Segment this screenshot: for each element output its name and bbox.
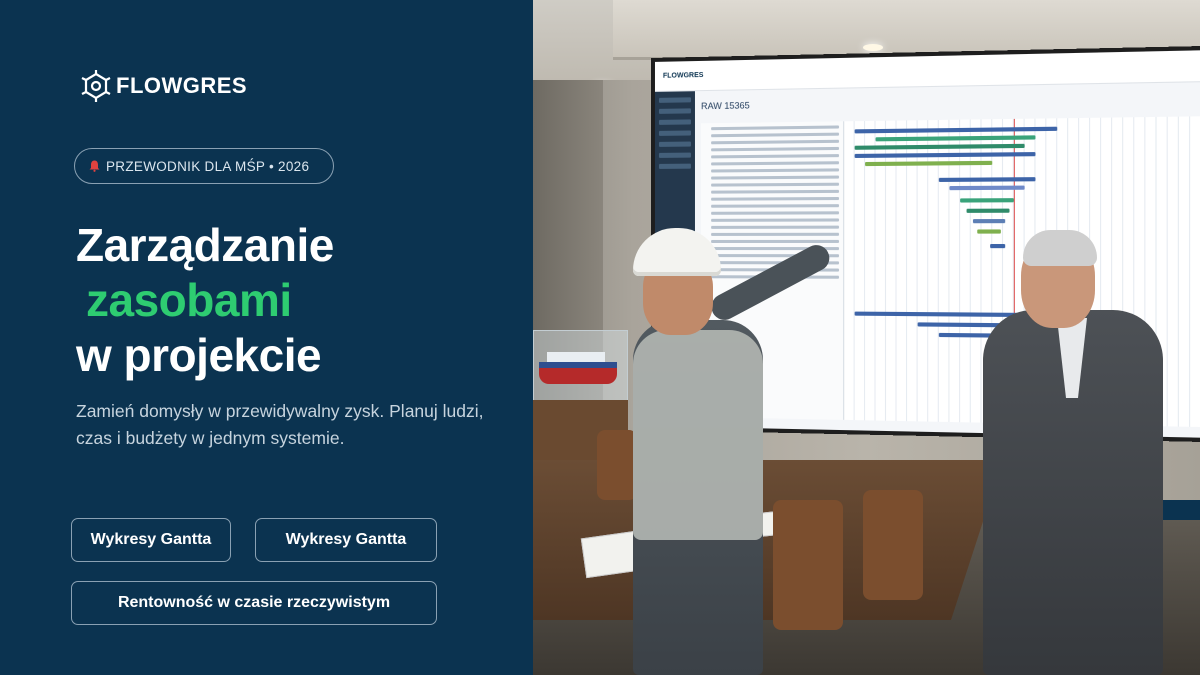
brand-name: FLOWGRES	[116, 73, 248, 98]
headline-line-2: zasobami	[86, 274, 292, 326]
guide-badge: PRZEWODNIK DLA MŚP • 2026	[74, 148, 334, 184]
ceiling-light	[863, 44, 883, 51]
app-logo: FLOWGRES	[662, 71, 704, 80]
flowgres-logo-icon	[81, 70, 111, 102]
gantt-button-1[interactable]: Wykresy Gantta	[71, 518, 231, 562]
badge-text: PRZEWODNIK DLA MŚP • 2026	[106, 158, 310, 174]
gantt-bar	[854, 143, 1025, 150]
gantt-button-2[interactable]: Wykresy Gantta	[255, 518, 437, 562]
engineer-safety-vest	[633, 330, 763, 540]
headline-line-3: w projekcie	[76, 329, 322, 381]
profitability-button[interactable]: Rentowność w czasie rzeczywistym	[71, 581, 437, 625]
businessman-hair	[1023, 230, 1097, 266]
ship-model-hull	[539, 368, 617, 384]
gantt-bar	[875, 135, 1036, 142]
hero-photo: FLOWGRES RAW 15365	[533, 0, 1200, 675]
brand-logo[interactable]: FLOWGRES	[80, 70, 247, 102]
office-chair	[773, 500, 843, 630]
gantt-bar	[938, 177, 1036, 182]
app-topbar: FLOWGRES	[654, 49, 1200, 92]
gantt-bar	[854, 152, 1036, 159]
project-title: RAW 15365	[701, 100, 750, 112]
left-panel: FLOWGRES PRZEWODNIK DLA MŚP • 2026 Zarzą…	[0, 0, 533, 675]
gantt-bar	[949, 185, 1025, 191]
gantt-bar	[972, 219, 1006, 224]
gantt-bar	[865, 160, 993, 167]
headline-line-1: Zarządzanie	[76, 219, 334, 271]
gantt-bar	[854, 126, 1058, 134]
gantt-bar	[977, 229, 1001, 234]
gantt-bar	[990, 244, 1006, 249]
office-chair	[597, 430, 637, 500]
bell-icon	[89, 160, 100, 172]
gantt-bar	[960, 198, 1014, 203]
subtitle: Zamień domysły w przewidywalny zysk. Pla…	[76, 401, 484, 448]
gantt-bar	[966, 208, 1010, 213]
office-chair	[863, 490, 923, 600]
